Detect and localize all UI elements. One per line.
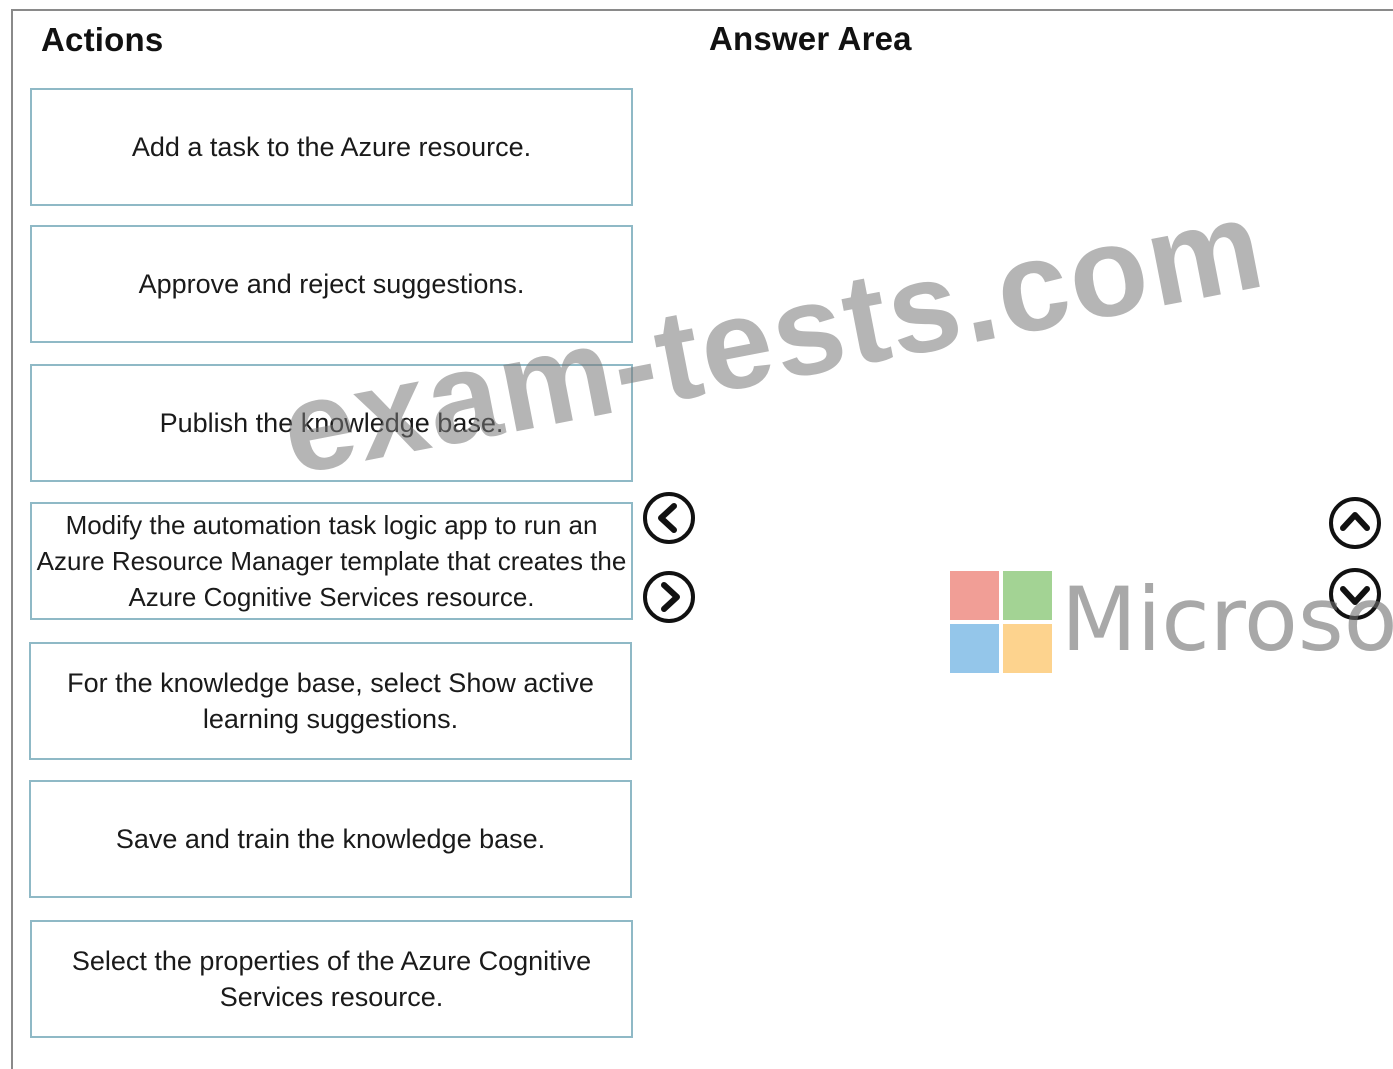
- move-up-button[interactable]: [1327, 495, 1383, 551]
- microsoft-logo-icon: [950, 571, 1052, 673]
- logo-square: [1003, 571, 1052, 620]
- logo-square: [950, 571, 999, 620]
- watermark-brand-text: Microsoft: [1061, 568, 1393, 671]
- action-item-label: For the knowledge base, select Show acti…: [67, 668, 594, 734]
- action-item[interactable]: For the knowledge base, select Show acti…: [29, 642, 632, 760]
- action-item[interactable]: Add a task to the Azure resource.: [30, 88, 633, 206]
- actions-heading: Actions: [41, 21, 164, 58]
- action-item-label: Add a task to the Azure resource.: [131, 132, 532, 162]
- move-right-button[interactable]: [641, 569, 697, 625]
- chevron-up-icon: [1329, 497, 1381, 549]
- move-left-button[interactable]: [641, 490, 697, 546]
- action-item-label: Modify the automation task logic app to …: [36, 510, 627, 612]
- chevron-left-icon: [643, 492, 695, 544]
- action-item[interactable]: Modify the automation task logic app to …: [30, 502, 633, 620]
- action-item[interactable]: Save and train the knowledge base.: [29, 780, 632, 898]
- action-item-label: Select the properties of the Azure Cogni…: [71, 946, 592, 1012]
- logo-square: [950, 624, 999, 673]
- action-item[interactable]: Select the properties of the Azure Cogni…: [30, 920, 633, 1038]
- chevron-right-icon: [643, 571, 695, 623]
- action-item-label: Approve and reject suggestions.: [138, 269, 525, 299]
- answer-area-heading: Answer Area: [709, 20, 912, 57]
- action-item-label: Save and train the knowledge base.: [115, 824, 546, 854]
- logo-square: [1003, 624, 1052, 673]
